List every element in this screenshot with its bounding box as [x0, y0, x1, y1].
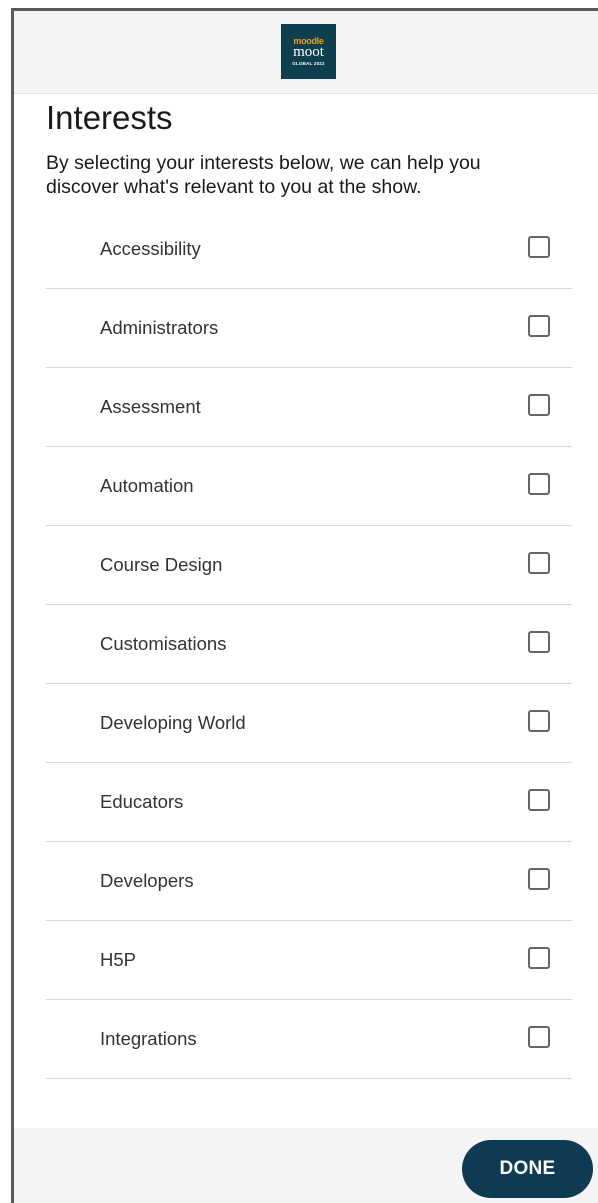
footer-bar: DONE: [14, 1128, 598, 1203]
window-border-left: [11, 8, 14, 1203]
page-title: Interests: [46, 99, 173, 136]
app-screen: moodle moot GLOBAL 2022 Interests By sel…: [0, 0, 598, 1203]
interest-label: Course Design: [100, 554, 223, 575]
interest-item-developers[interactable]: Developers: [46, 842, 572, 921]
interest-item-automation[interactable]: Automation: [46, 447, 572, 526]
interest-item-administrators[interactable]: Administrators: [46, 289, 572, 368]
interest-checkbox[interactable]: [528, 710, 550, 732]
interest-checkbox[interactable]: [528, 552, 550, 574]
interest-label: Assessment: [100, 396, 201, 417]
logo-text-mid: moot: [293, 43, 324, 60]
interest-label: Integrations: [100, 1028, 197, 1049]
interest-item-assessment[interactable]: Assessment: [46, 368, 572, 447]
interest-item-h5p[interactable]: H5P: [46, 921, 572, 1000]
interest-checkbox[interactable]: [528, 631, 550, 653]
page-intro: By selecting your interests below, we ca…: [46, 152, 481, 198]
interest-checkbox[interactable]: [528, 236, 550, 258]
interest-item-customisations[interactable]: Customisations: [46, 605, 572, 684]
done-button[interactable]: DONE: [462, 1140, 593, 1198]
interest-item-developing-world[interactable]: Developing World: [46, 684, 572, 763]
app-header: moodle moot GLOBAL 2022: [14, 11, 598, 94]
interest-checkbox[interactable]: [528, 394, 550, 416]
interest-label: Automation: [100, 475, 194, 496]
interest-label: Administrators: [100, 317, 219, 338]
interest-checkbox[interactable]: [528, 868, 550, 890]
interest-label: Educators: [100, 791, 184, 812]
interest-item-accessibility[interactable]: Accessibility: [46, 210, 572, 289]
interest-label: H5P: [100, 949, 136, 970]
interest-item-integrations[interactable]: Integrations: [46, 1000, 572, 1079]
interest-checkbox[interactable]: [528, 315, 550, 337]
interest-label: Developers: [100, 870, 194, 891]
moodlemoot-logo: moodle moot GLOBAL 2022: [281, 24, 336, 79]
interest-label: Developing World: [100, 712, 246, 733]
interests-list: Accessibility Administrators Assessment …: [46, 210, 572, 1079]
interest-label: Accessibility: [100, 238, 201, 259]
interest-checkbox[interactable]: [528, 1026, 550, 1048]
interest-checkbox[interactable]: [528, 789, 550, 811]
interest-label: Customisations: [100, 633, 227, 654]
interest-checkbox[interactable]: [528, 947, 550, 969]
interest-item-educators[interactable]: Educators: [46, 763, 572, 842]
interest-checkbox[interactable]: [528, 473, 550, 495]
interest-item-course-design[interactable]: Course Design: [46, 526, 572, 605]
logo-text-bottom: GLOBAL 2022: [292, 60, 325, 66]
